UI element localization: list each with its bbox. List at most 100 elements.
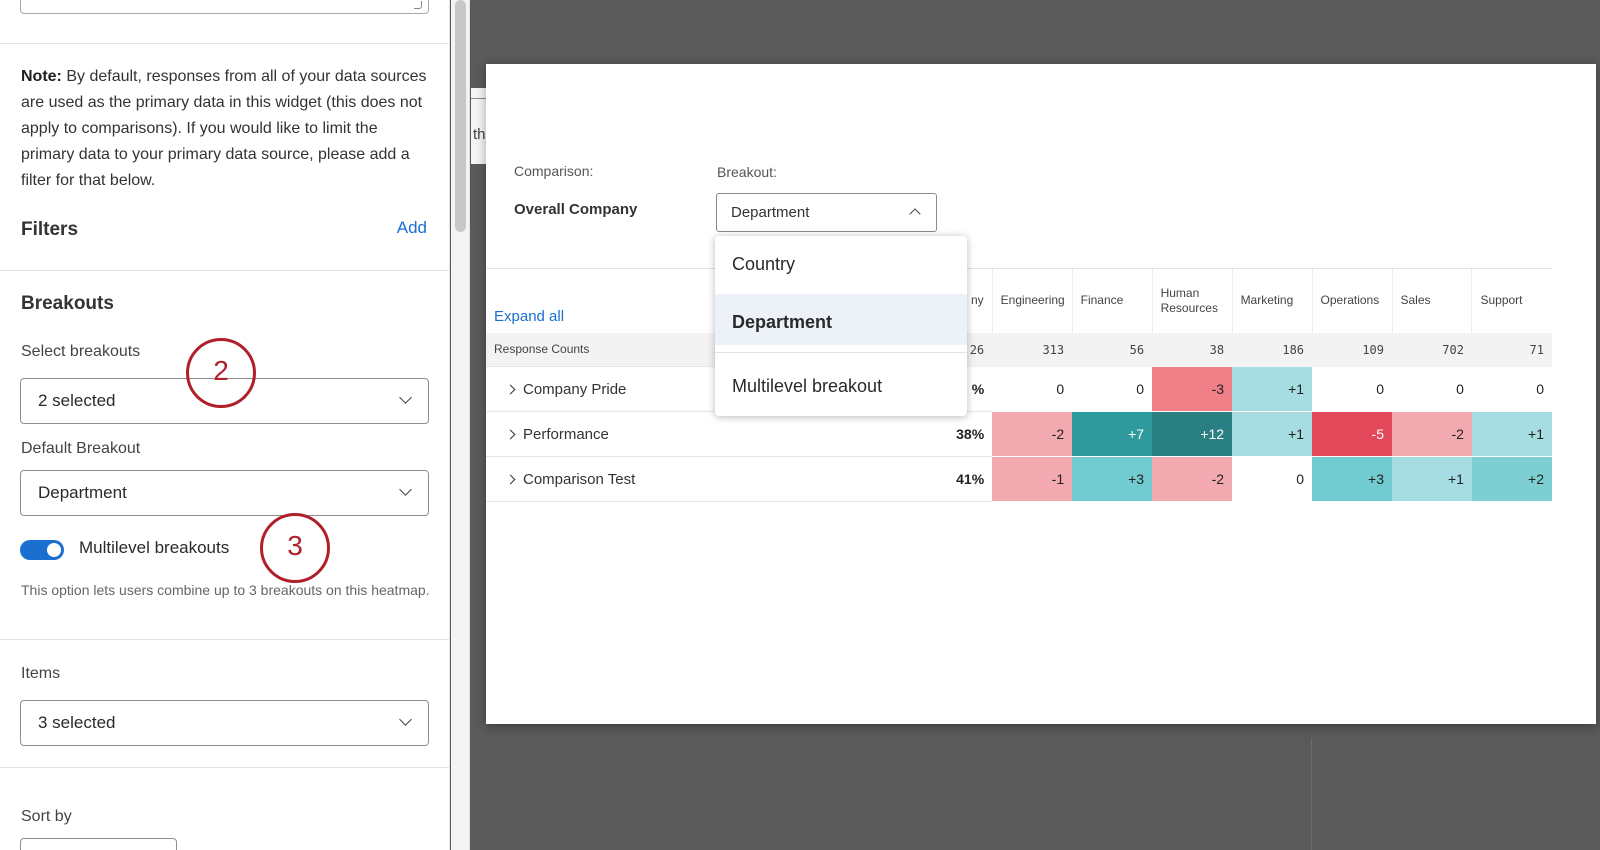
resize-grip-icon[interactable] [414, 1, 422, 9]
response-counts-row: Response Counts 26 313 56 38 186 109 702… [486, 332, 1552, 367]
heat-cell: -2 [1392, 411, 1472, 457]
header-row: Expand all ny Engineering Finance Human … [486, 268, 1552, 333]
heat-cell: -2 [992, 411, 1073, 457]
heat-cell: 0 [1312, 366, 1392, 412]
chevron-right-icon [505, 474, 516, 484]
table-row: Comparison Test 41% -1 +3 -2 0 +3 +1 +2 [486, 456, 1552, 502]
chevron-right-icon [505, 429, 516, 439]
items-dropdown[interactable]: 3 selected [20, 700, 429, 746]
filters-title: Filters [21, 219, 79, 240]
default-breakout-value: Department [38, 483, 127, 502]
count-cell: 38 [1152, 332, 1233, 367]
note-body: By default, responses from all of your d… [21, 68, 427, 189]
dropdown-option-multilevel-breakout[interactable]: Multilevel breakout [715, 358, 967, 409]
select-breakouts-label: Select breakouts [21, 343, 141, 360]
divider [0, 767, 449, 768]
expand-all-link[interactable]: Expand all [494, 308, 564, 325]
count-cell: 313 [992, 332, 1073, 367]
heat-cell: +2 [1471, 456, 1552, 502]
heat-cell: +7 [1072, 411, 1153, 457]
chevron-down-icon [399, 391, 412, 404]
heat-cell: 0 [1392, 366, 1472, 412]
column-header: Sales [1391, 268, 1472, 333]
heat-cell: 0 [1471, 366, 1552, 412]
overall-cell: 38% [881, 411, 993, 457]
step-callout-3: 3 [260, 513, 330, 583]
divider [0, 639, 449, 640]
column-header: Human Resources [1151, 268, 1233, 333]
breakout-select-value: Department [731, 204, 810, 221]
heat-cell: -2 [1152, 456, 1233, 502]
heat-cell: +3 [1312, 456, 1392, 502]
multilevel-help-text: This option lets users combine up to 3 b… [21, 582, 430, 598]
dropdown-divider [715, 352, 967, 353]
heat-cell: +1 [1392, 456, 1472, 502]
heat-cell: +12 [1152, 411, 1233, 457]
expand-row-toggle[interactable]: Performance [494, 426, 609, 443]
heat-cell: 0 [992, 366, 1073, 412]
row-label: Performance [523, 425, 609, 443]
chevron-down-icon [399, 483, 412, 496]
default-breakout-label: Default Breakout [21, 440, 141, 457]
add-filter-link[interactable]: Add [397, 218, 427, 238]
heat-cell: -5 [1312, 411, 1392, 457]
heat-cell: +3 [1072, 456, 1153, 502]
multilevel-breakouts-label: Multilevel breakouts [79, 538, 230, 557]
default-breakout-dropdown[interactable]: Department [20, 470, 429, 516]
chevron-up-icon [909, 208, 921, 220]
expand-row-toggle[interactable]: Company Pride [494, 381, 626, 398]
heat-cell: +1 [1232, 411, 1313, 457]
breakout-label: Breakout: [717, 164, 777, 180]
select-breakouts-value: 2 selected [38, 391, 116, 410]
divider [0, 43, 449, 44]
comparison-label: Comparison: [514, 163, 594, 179]
heat-cell: 0 [1232, 456, 1313, 502]
items-value: 3 selected [38, 713, 116, 732]
table-row: Company Pride % 0 0 -3 +1 0 0 0 [486, 366, 1552, 412]
sort-by-label: Sort by [21, 808, 72, 825]
heat-cell: -3 [1152, 366, 1233, 412]
dropdown-option-country[interactable]: Country [715, 236, 967, 287]
heatmap-preview-modal: Comparison: Overall Company Breakout: De… [486, 64, 1596, 724]
count-cell: 71 [1471, 332, 1552, 367]
row-label-cell: Performance [486, 411, 882, 457]
expand-row-toggle[interactable]: Comparison Test [494, 471, 635, 488]
background-fragment-text: th [473, 126, 486, 143]
comparison-value: Overall Company [514, 201, 638, 218]
scrollbar-thumb[interactable] [455, 0, 466, 232]
heat-cell: +1 [1232, 366, 1313, 412]
divider [0, 270, 449, 271]
count-cell: 702 [1392, 332, 1472, 367]
column-header: Finance [1071, 268, 1153, 333]
heat-cell: 0 [1072, 366, 1153, 412]
row-label-cell: Comparison Test [486, 456, 882, 502]
breakout-select[interactable]: Department [716, 193, 937, 232]
chevron-right-icon [505, 384, 516, 394]
note-text: Note: By default, responses from all of … [21, 64, 431, 194]
heat-cell: +1 [1471, 411, 1552, 457]
heatmap-table: Expand all ny Engineering Finance Human … [486, 268, 1552, 502]
count-cell: 109 [1312, 332, 1392, 367]
overall-cell: 41% [881, 456, 993, 502]
items-label: Items [21, 665, 61, 682]
column-header: Marketing [1231, 268, 1313, 333]
table-row: Performance 38% -2 +7 +12 +1 -5 -2 +1 [486, 411, 1552, 457]
count-cell: 56 [1072, 332, 1153, 367]
callout-number: 2 [213, 355, 229, 386]
panel-scrollbar[interactable] [451, 0, 470, 850]
breakout-dropdown-menu: Country Department Multilevel breakout [715, 236, 967, 416]
row-label: Company Pride [523, 380, 627, 398]
toggle-knob [47, 543, 61, 557]
top-textarea[interactable] [20, 0, 429, 14]
chevron-down-icon [399, 713, 412, 726]
count-cell: 186 [1232, 332, 1313, 367]
breakouts-title: Breakouts [21, 293, 114, 314]
callout-number: 3 [287, 530, 303, 561]
background-line [1311, 738, 1312, 850]
column-header: Engineering [991, 268, 1073, 333]
left-panel: Note: By default, responses from all of … [0, 0, 450, 850]
column-header: Support [1471, 268, 1552, 333]
sort-by-dropdown[interactable] [20, 838, 177, 850]
multilevel-breakouts-toggle[interactable] [20, 540, 64, 560]
dropdown-option-department[interactable]: Department [715, 294, 967, 345]
